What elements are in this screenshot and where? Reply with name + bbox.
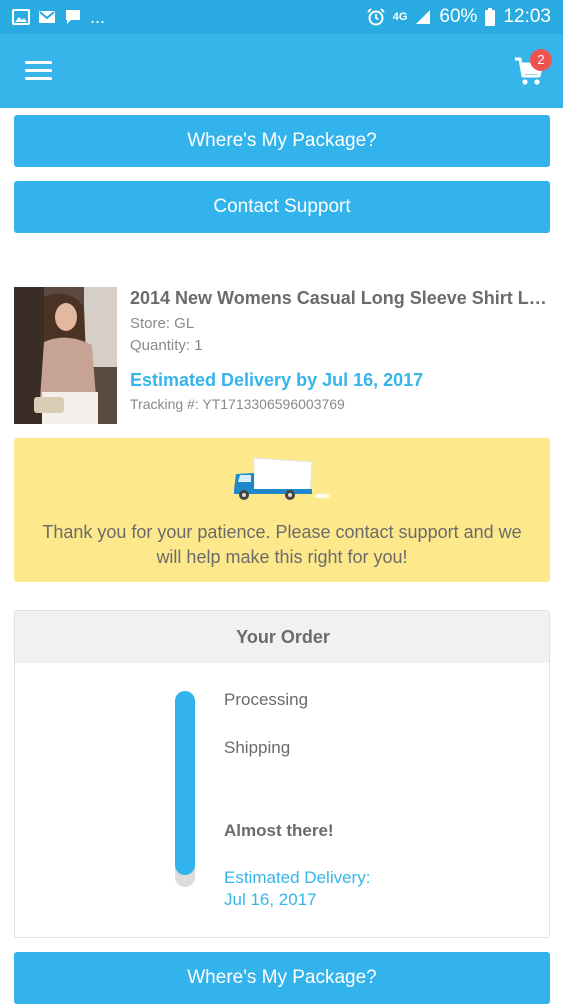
signal-icon bbox=[416, 10, 431, 24]
step-estimated-label: Estimated Delivery: bbox=[224, 868, 371, 887]
product-image[interactable] bbox=[14, 287, 117, 424]
menu-icon[interactable] bbox=[25, 61, 52, 81]
patience-notice: Thank you for your patience. Please cont… bbox=[14, 438, 550, 582]
cart-count-badge: 2 bbox=[530, 49, 552, 71]
step-almost-there: Almost there! bbox=[224, 821, 334, 840]
wheres-my-package-button[interactable]: Where's My Package? bbox=[14, 115, 550, 167]
progress-fill bbox=[175, 691, 195, 875]
app-bar bbox=[0, 34, 563, 108]
step-processing: Processing bbox=[224, 690, 309, 709]
alarm-icon bbox=[367, 8, 385, 26]
contact-support-button[interactable]: Contact Support bbox=[14, 181, 550, 233]
order-heading: Your Order bbox=[15, 611, 549, 663]
wheres-my-package-button-bottom[interactable]: Where's My Package? bbox=[14, 952, 550, 1004]
notification-icons: ... bbox=[12, 7, 105, 28]
battery-percent: 60% bbox=[439, 6, 478, 27]
clock: 12:03 bbox=[503, 6, 551, 27]
step-shipping: Shipping bbox=[224, 738, 291, 757]
battery-icon bbox=[485, 8, 496, 26]
delivery-truck-icon bbox=[234, 457, 330, 500]
estimated-delivery: Estimated Delivery by Jul 16, 2017 bbox=[130, 370, 424, 390]
image-icon bbox=[12, 9, 30, 25]
more-notifications: ... bbox=[90, 6, 106, 27]
mail-icon bbox=[39, 11, 55, 23]
product-title[interactable]: 2014 New Womens Casual Long Sleeve Shirt… bbox=[130, 288, 550, 309]
tracking-number: Tracking #: YT1713306596003769 bbox=[130, 396, 345, 412]
status-bar: ... 4G 60% 12:03 bbox=[0, 0, 563, 34]
product-store: Store: GL bbox=[130, 315, 195, 332]
chat-icon bbox=[66, 10, 80, 24]
network-type: 4G bbox=[392, 11, 408, 23]
system-icons: 4G 60% 12:03 bbox=[367, 6, 551, 28]
step-estimated-date: Jul 16, 2017 bbox=[224, 890, 317, 909]
order-status-card: Your Order Processing Shipping Almost th… bbox=[14, 610, 550, 938]
product-quantity: Quantity: 1 bbox=[130, 337, 203, 354]
notice-message: Thank you for your patience. Please cont… bbox=[42, 522, 522, 567]
